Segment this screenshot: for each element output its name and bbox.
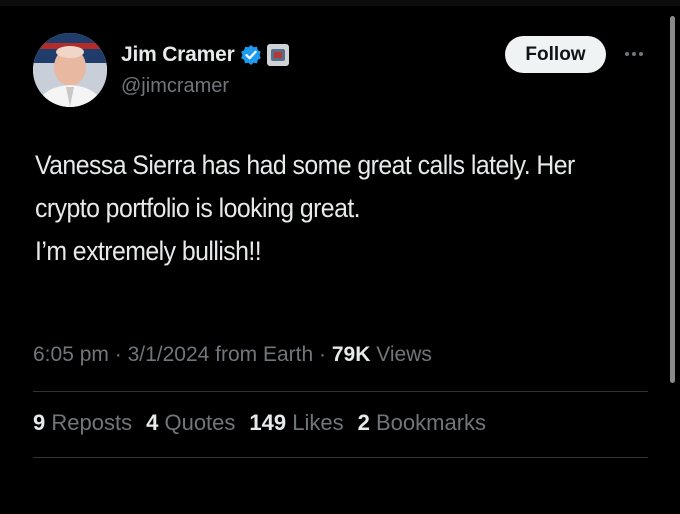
stat-label: Likes bbox=[292, 410, 344, 435]
more-dot bbox=[639, 52, 643, 56]
author-handle[interactable]: @jimcramer bbox=[121, 75, 229, 98]
author-name-row: Jim Cramer bbox=[121, 41, 289, 69]
views-count[interactable]: 79K bbox=[332, 343, 371, 366]
display-name[interactable]: Jim Cramer bbox=[121, 43, 235, 67]
views-label[interactable]: Views bbox=[370, 343, 432, 366]
stat-label: Bookmarks bbox=[375, 410, 487, 435]
tweet-text-line: Vanessa Sierra has had some great calls … bbox=[35, 150, 575, 180]
more-dot bbox=[625, 52, 629, 56]
bookmarks-stat[interactable]: 2 Bookmarks bbox=[358, 410, 486, 436]
reposts-stat[interactable]: 9 Reposts bbox=[33, 410, 132, 436]
tweet-date[interactable]: 3/1/2024 bbox=[128, 343, 210, 366]
divider bbox=[33, 457, 648, 458]
tweet-text-line: crypto portfolio is looking great. bbox=[35, 193, 361, 223]
engagement-stats: 9 Reposts 4 Quotes 149 Likes 2 Bookmarks bbox=[33, 410, 486, 436]
stat-count: 149 bbox=[249, 410, 287, 435]
tweet-text-line: I’m extremely bullish!! bbox=[35, 236, 262, 266]
likes-stat[interactable]: 149 Likes bbox=[249, 410, 343, 436]
quotes-stat[interactable]: 4 Quotes bbox=[146, 410, 235, 436]
tweet-detail: Jim Cramer @jimcramer Follow Vanessa Sie… bbox=[0, 0, 680, 514]
stat-count: 4 bbox=[146, 410, 159, 435]
stat-label: Quotes bbox=[164, 410, 236, 435]
divider bbox=[33, 391, 648, 392]
meta-separator: · bbox=[313, 343, 332, 366]
follow-button[interactable]: Follow bbox=[505, 36, 606, 73]
avatar[interactable] bbox=[33, 33, 107, 107]
affiliate-badge-icon[interactable] bbox=[266, 44, 289, 66]
stat-label: Reposts bbox=[51, 410, 133, 435]
tweet-source: from Earth bbox=[209, 343, 314, 366]
more-options-icon[interactable] bbox=[619, 43, 649, 65]
meta-separator: · bbox=[108, 343, 128, 366]
more-dot bbox=[632, 52, 636, 56]
stat-count: 2 bbox=[357, 410, 370, 435]
verified-badge-icon[interactable] bbox=[240, 44, 262, 66]
stat-count: 9 bbox=[33, 410, 46, 435]
tweet-meta: 6:05 pm · 3/1/2024 from Earth · 79K View… bbox=[33, 343, 432, 367]
tweet-text: Vanessa Sierra has had some great calls … bbox=[35, 144, 605, 273]
tweet-time[interactable]: 6:05 pm bbox=[33, 343, 109, 366]
scrollbar[interactable] bbox=[670, 16, 675, 383]
